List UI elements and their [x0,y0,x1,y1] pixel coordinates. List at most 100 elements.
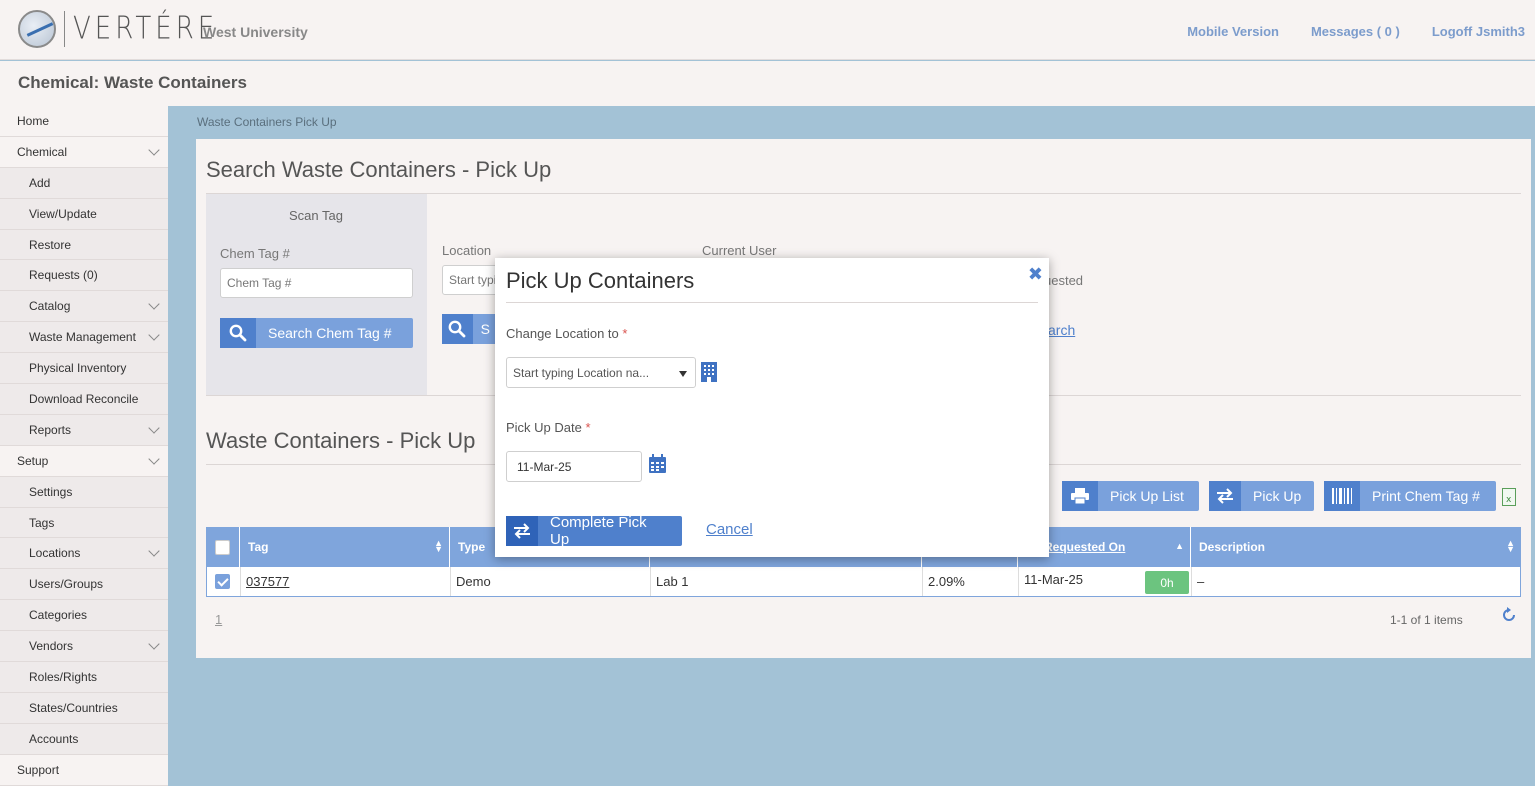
sidebar-item-users-groups[interactable]: Users/Groups [0,569,168,601]
globe-logo-icon [18,10,56,48]
sidebar-item-home[interactable]: Home [0,106,168,137]
sidebar-item-support[interactable]: Support [0,754,168,786]
search-icon [220,318,256,348]
select-all-checkbox[interactable] [215,539,230,555]
sidebar-item-requests-0[interactable]: Requests (0) [0,260,168,292]
sidebar-item-download-reconcile[interactable]: Download Reconcile [0,384,168,415]
pager-page-1[interactable]: 1 [215,612,222,627]
calendar-icon[interactable] [648,454,667,477]
sidebar-item-label: Users/Groups [29,577,104,592]
requested-label: uested [1044,273,1084,288]
dropdown-arrow-icon [679,371,687,377]
close-icon[interactable]: ✖ [1028,264,1043,285]
messages-link[interactable]: Messages ( 0 ) [1311,24,1400,39]
location-select[interactable]: Start typing Location na... [506,357,696,388]
location-label: Location [442,243,492,258]
sidebar-item-label: Restore [29,237,72,252]
sidebar-item-label: Support [17,762,60,777]
sidebar-item-label: Locations [29,546,81,561]
column-tag[interactable]: Tag ▲ ▼ [240,527,450,567]
sidebar-item-roles-rights[interactable]: Roles/Rights [0,662,168,693]
sidebar-item-states-countries[interactable]: States/Countries [0,692,168,724]
sidebar-item-label: Download Reconcile [29,391,139,406]
pick-up-modal: Pick Up Containers ✖ Change Location to … [495,258,1049,557]
sidebar-item-add[interactable]: Add [0,167,168,199]
pager-summary: 1-1 of 1 items [1390,613,1463,627]
sidebar-item-catalog[interactable]: Catalog [0,291,168,323]
search-location-button[interactable]: S [442,314,502,344]
row-tag-link[interactable]: 037577 [241,567,451,596]
chevron-down-icon [148,329,160,341]
required-mark: * [622,326,628,341]
sidebar-item-reports[interactable]: Reports [0,414,168,446]
sidebar-item-locations[interactable]: Locations [0,538,168,570]
sidebar-item-settings[interactable]: Settings [0,476,168,508]
logo-text: VERTÉRE [73,11,219,47]
age-badge: 0h [1145,571,1189,594]
modal-title: Pick Up Containers [506,268,695,293]
sidebar-item-label: Reports [29,422,72,437]
building-icon[interactable] [700,361,718,386]
breadcrumb[interactable]: Waste Containers Pick Up [197,115,337,129]
sidebar-item-tags[interactable]: Tags [0,507,168,539]
pick-up-button[interactable]: Pick Up [1209,481,1314,511]
pick-up-list-button[interactable]: Pick Up List [1062,481,1199,511]
sidebar-item-label: States/Countries [29,700,118,715]
sidebar-item-label: View/Update [29,206,97,221]
chem-tag-input[interactable]: Chem Tag # [220,268,413,298]
top-header: VERTÉRE West University Mobile Version M… [0,0,1535,60]
sidebar-item-label: Settings [29,484,73,499]
barcode-icon [1324,481,1360,511]
sort-icon: ▲ ▼ [1506,538,1515,554]
sidebar-item-categories[interactable]: Categories [0,600,168,632]
sort-asc-icon: ▲ [1175,541,1184,551]
chevron-down-icon [148,638,160,650]
sidebar-item-accounts[interactable]: Accounts [0,723,168,755]
sidebar-item-view-update[interactable]: View/Update [0,198,168,230]
location-search-input[interactable]: Start typi [442,265,502,295]
mobile-version-link[interactable]: Mobile Version [1187,24,1279,39]
page-title-bar: Chemical: Waste Containers [0,61,1535,106]
sidebar-item-label: Roles/Rights [29,669,98,684]
refresh-icon[interactable] [1501,607,1517,626]
sidebar-item-label: Add [29,175,51,190]
column-description[interactable]: Description ▲ ▼ [1191,527,1521,567]
row-percent: 2.09% [923,567,1019,596]
chevron-down-icon [148,545,160,558]
excel-export-icon[interactable]: x [1502,488,1516,506]
sidebar-item-label: Catalog [29,299,71,314]
row-location: Lab 1 [651,567,923,596]
sidebar-item-label: Home [17,113,50,128]
table-row[interactable]: 037577 Demo Lab 1 2.09% 11-Mar-25 0h – [206,567,1521,597]
swap-arrows-icon [506,516,538,546]
sidebar-item-label: Vendors [29,639,74,654]
logoff-link[interactable]: Logoff Jsmith3 [1432,24,1525,39]
sidebar-item-label: Waste Management [29,330,136,345]
scan-tag-label: Scan Tag [289,208,343,223]
search-chem-tag-label: Search Chem Tag # [268,325,392,341]
top-links: Mobile Version Messages ( 0 ) Logoff Jsm… [1187,24,1525,39]
svg-text:x: x [1506,495,1512,505]
sidebar-item-chemical[interactable]: Chemical [0,136,168,168]
print-chem-tag-button[interactable]: Print Chem Tag # [1324,481,1496,511]
organization-name: West University [203,24,308,40]
sidebar-item-label: Requests (0) [29,268,98,283]
search-chem-tag-button[interactable]: Search Chem Tag # [220,318,413,348]
sidebar-item-label: Chemical [17,144,68,159]
sidebar-item-setup[interactable]: Setup [0,445,168,477]
chevron-down-icon [148,453,160,465]
swap-arrows-icon [1209,481,1241,511]
complete-pick-up-button[interactable]: Complete Pick Up [506,514,682,548]
sidebar-item-waste-management[interactable]: Waste Management [0,322,168,354]
sidebar-item-vendors[interactable]: Vendors [0,631,168,663]
sidebar-item-restore[interactable]: Restore [0,229,168,261]
chevron-down-icon [148,298,160,311]
row-checkbox[interactable] [215,574,230,589]
sidebar-nav: Home Chemical Add View/Update Restore Request… [0,106,168,786]
sidebar-item-physical-inventory[interactable]: Physical Inventory [0,353,168,385]
cancel-link[interactable]: Cancel [706,521,753,538]
pickup-date-input[interactable]: 11-Mar-25 [506,451,642,482]
sort-icon: ▲ ▼ [434,538,443,554]
advanced-search-link[interactable]: arch [1048,322,1075,338]
vertere-logo[interactable]: VERTÉRE [18,10,218,48]
